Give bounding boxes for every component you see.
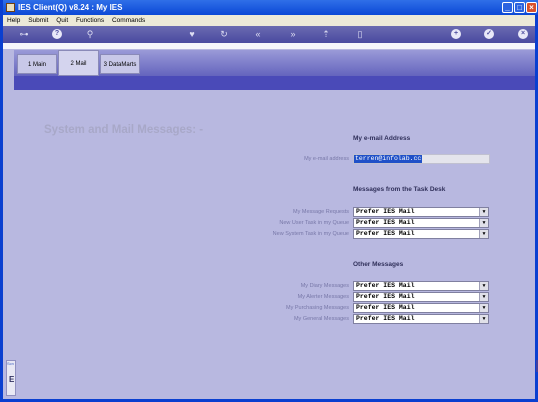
add-icon[interactable]: +	[451, 29, 461, 39]
tab-main[interactable]: 1 Main	[17, 54, 57, 74]
alerter-label: My Alerter Messages	[297, 294, 349, 300]
purchasing-label: My Purchasing Messages	[286, 305, 349, 311]
message-requests-value: Prefer IES Mail	[356, 208, 415, 215]
message-requests-select[interactable]: Prefer IES Mail ▼	[353, 207, 489, 217]
search-icon[interactable]: ⚲	[84, 29, 96, 40]
general-label: My General Messages	[293, 316, 349, 322]
email-field[interactable]: terren@infolab.cc	[353, 154, 490, 164]
toolbar-separator	[3, 43, 535, 49]
cancel-icon[interactable]: ×	[518, 29, 528, 39]
email-label: My e-mail address	[304, 156, 349, 162]
side-tab-label: Scn	[7, 361, 14, 366]
tab-bar: 1 Main 2 Mail 3 DataMarts	[14, 50, 535, 90]
task-section-title: Messages from the Task Desk	[353, 186, 446, 193]
toolbar: ⊶ ? ⚲ ♥ ↻ « » ⇡ ▯ + ✓ ×	[3, 26, 535, 43]
page-title: System and Mail Messages: -	[44, 124, 204, 136]
side-tab-glyph: E	[9, 375, 15, 384]
user-task-label: New User Task in my Queue	[279, 220, 349, 226]
diary-label: My Diary Messages	[300, 283, 349, 289]
general-select[interactable]: Prefer IES Mail ▼	[353, 314, 489, 324]
title-bar: IES Client(Q) v8.24 : My IES _ □ ×	[3, 0, 538, 15]
other-section-title: Other Messages	[353, 261, 404, 268]
system-task-label: New System Task in my Queue	[272, 231, 349, 237]
user-task-select[interactable]: Prefer IES Mail ▼	[353, 218, 489, 228]
menu-help[interactable]: Help	[7, 17, 20, 24]
heart-icon[interactable]: ♥	[186, 29, 198, 40]
chevron-down-icon[interactable]: ▼	[479, 304, 488, 312]
rewind-icon[interactable]: «	[252, 29, 264, 40]
email-value: terren@infolab.cc	[354, 155, 423, 163]
app-icon	[6, 3, 15, 12]
key-icon[interactable]: ⊶	[13, 29, 35, 40]
purchasing-value: Prefer IES Mail	[356, 304, 415, 311]
main-content: System and Mail Messages: - My e-mail Ad…	[3, 90, 535, 400]
menu-functions[interactable]: Functions	[76, 17, 104, 24]
diary-select[interactable]: Prefer IES Mail ▼	[353, 281, 489, 291]
minimize-button[interactable]: _	[502, 2, 513, 13]
diary-value: Prefer IES Mail	[356, 282, 415, 289]
tab-mail[interactable]: 2 Mail	[58, 50, 99, 76]
refresh-icon[interactable]: ↻	[218, 29, 230, 40]
tab-strip	[14, 76, 535, 90]
email-section-title: My e-mail Address	[353, 135, 411, 142]
check-icon[interactable]: ✓	[484, 29, 494, 39]
app-window: IES Client(Q) v8.24 : My IES _ □ × Help …	[0, 0, 538, 402]
tab-datamarts[interactable]: 3 DataMarts	[100, 54, 140, 74]
upload-icon[interactable]: ⇡	[320, 29, 332, 40]
menu-submit[interactable]: Submit	[28, 17, 48, 24]
menu-commands[interactable]: Commands	[112, 17, 145, 24]
general-value: Prefer IES Mail	[356, 315, 415, 322]
chevron-down-icon[interactable]: ▼	[479, 208, 488, 216]
user-task-value: Prefer IES Mail	[356, 219, 415, 226]
fast-forward-icon[interactable]: »	[287, 29, 299, 40]
menu-quit[interactable]: Quit	[56, 17, 68, 24]
chevron-down-icon[interactable]: ▼	[479, 230, 488, 238]
alerter-value: Prefer IES Mail	[356, 293, 415, 300]
menu-bar: Help Submit Quit Functions Commands	[3, 15, 535, 26]
side-panel-tab[interactable]: Scn E	[6, 360, 16, 396]
close-button[interactable]: ×	[526, 2, 537, 13]
chevron-down-icon[interactable]: ▼	[479, 293, 488, 301]
alerter-select[interactable]: Prefer IES Mail ▼	[353, 292, 489, 302]
chevron-down-icon[interactable]: ▼	[479, 282, 488, 290]
maximize-button[interactable]: □	[514, 2, 525, 13]
message-requests-label: My Message Requests	[293, 209, 349, 215]
window-title: IES Client(Q) v8.24 : My IES	[18, 3, 123, 12]
help-icon[interactable]: ?	[52, 29, 62, 39]
system-task-value: Prefer IES Mail	[356, 230, 415, 237]
system-task-select[interactable]: Prefer IES Mail ▼	[353, 229, 489, 239]
page-icon[interactable]: ▯	[354, 29, 366, 40]
purchasing-select[interactable]: Prefer IES Mail ▼	[353, 303, 489, 313]
chevron-down-icon[interactable]: ▼	[479, 219, 488, 227]
chevron-down-icon[interactable]: ▼	[479, 315, 488, 323]
